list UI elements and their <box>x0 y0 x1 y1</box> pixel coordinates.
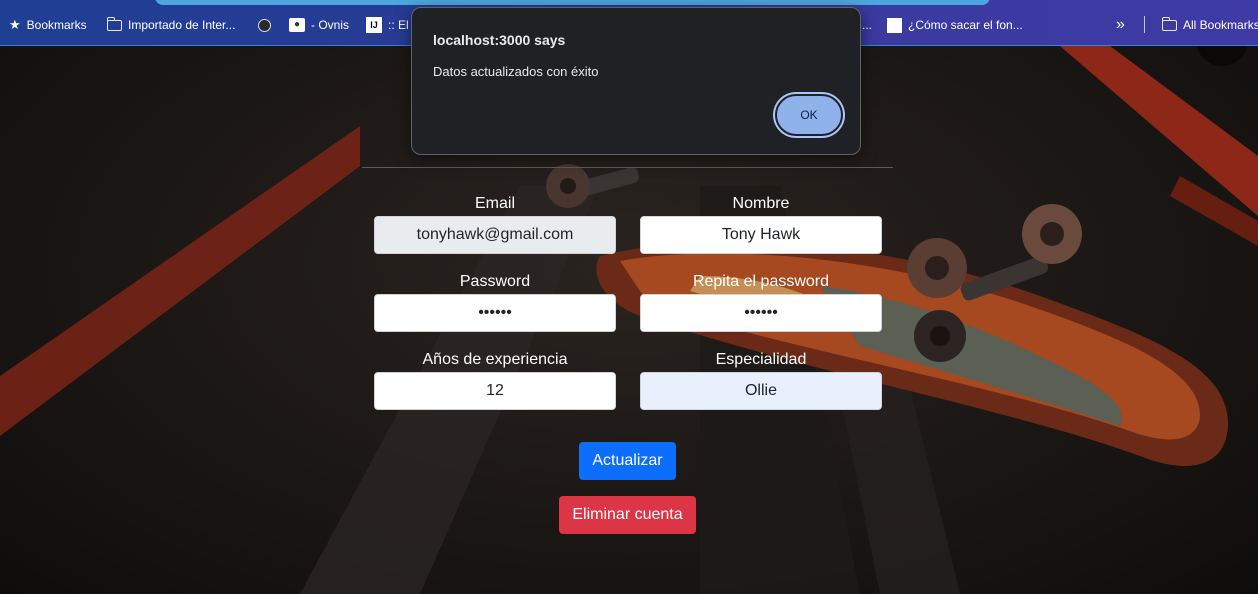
bookmarks-divider <box>1144 16 1145 33</box>
bookmarks-overflow-button[interactable]: » <box>1116 16 1125 34</box>
nombre-field[interactable] <box>640 216 882 254</box>
bookmark-label: ¿Cómo sacar el fon... <box>908 18 1023 32</box>
ok-button[interactable]: OK <box>775 94 843 136</box>
update-button[interactable]: Actualizar <box>579 442 676 480</box>
ij-icon: IJ <box>366 17 382 33</box>
page-icon <box>887 17 902 33</box>
bookmark-importado[interactable]: Importado de Inter... <box>106 16 236 34</box>
email-field[interactable] <box>374 216 616 254</box>
bookmark-label: Importado de Inter... <box>128 18 236 32</box>
form-divider <box>362 167 893 168</box>
experiencia-field[interactable] <box>374 372 616 410</box>
repeat-password-field[interactable] <box>640 294 882 332</box>
bookmark-label: ... <box>862 18 873 32</box>
email-label: Email <box>474 195 515 212</box>
alien-icon: ● <box>289 18 305 32</box>
bookmark-all-bookmarks[interactable]: All Bookmarks <box>1161 16 1258 34</box>
omnibox-edge <box>155 0 990 5</box>
especialidad-label: Especialidad <box>715 351 807 368</box>
nombre-label: Nombre <box>732 195 790 212</box>
experiencia-label: Años de experiencia <box>422 351 568 368</box>
bookmark-globe[interactable] <box>258 16 271 34</box>
alert-dialog: localhost:3000 says Datos actualizados c… <box>411 7 861 155</box>
dialog-title: localhost:3000 says <box>433 32 566 48</box>
chevron-double-right-icon: » <box>1116 16 1125 33</box>
bookmark-label: - Ovnis <box>311 18 350 32</box>
bookmark-como-sacar[interactable]: ¿Cómo sacar el fon... <box>887 16 1023 34</box>
bookmark-obscured[interactable]: ... <box>862 16 872 34</box>
star-icon: ★ <box>9 17 21 32</box>
password-label: Password <box>459 273 531 290</box>
especialidad-field[interactable] <box>640 372 882 410</box>
bookmark-ovnis[interactable]: ● - Ovnis <box>289 16 349 34</box>
globe-icon <box>258 18 271 32</box>
dialog-message: Datos actualizados con éxito <box>433 64 599 79</box>
delete-account-button[interactable]: Eliminar cuenta <box>559 496 696 534</box>
folder-icon <box>106 16 122 31</box>
folder-icon <box>1161 16 1177 31</box>
repeat-password-label: Repita el password <box>692 273 830 290</box>
bookmark-label: All Bookmarks <box>1183 18 1258 32</box>
bookmark-bookmarks[interactable]: ★ Bookmarks <box>9 16 87 34</box>
bookmark-label: Bookmarks <box>26 18 87 32</box>
password-field[interactable] <box>374 294 616 332</box>
